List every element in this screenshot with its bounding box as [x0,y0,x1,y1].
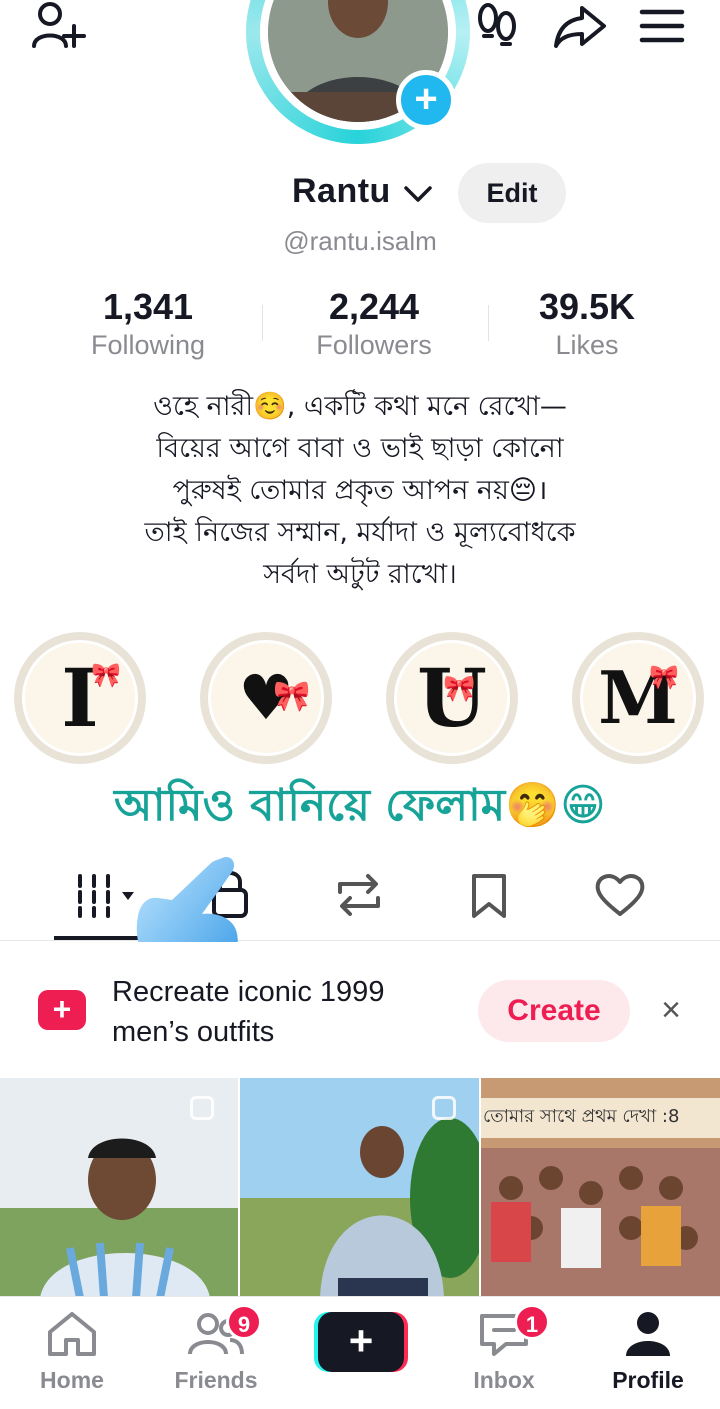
nav-label: Friends [174,1367,258,1393]
stat-label: Likes [555,330,619,360]
story-highlight-i[interactable]: I 🎀 [14,632,146,764]
bow-icon: 🎀 [443,673,476,703]
stat-value: 2,244 [328,286,420,327]
story-highlight-heart[interactable]: ♥ 🎀 [200,632,332,764]
bow-icon: 🎀 [91,662,121,689]
create-video-button[interactable]: + [314,1308,408,1372]
stat-following[interactable]: 1,341 Following [48,286,248,361]
friends-badge: 9 [226,1304,262,1340]
chevron-down-icon [403,174,433,213]
video-thumbnail[interactable] [0,1078,238,1298]
add-story-button[interactable]: + [396,70,456,130]
plus-square-icon: + [38,990,86,1030]
stat-followers[interactable]: 2,244 Followers [274,286,474,361]
profile-icon [626,1312,670,1356]
nav-home[interactable]: Home [12,1310,132,1394]
nav-label: Home [40,1367,104,1393]
bio-line: ওহে নারী☺️, একটি কথা মনে রেখো— [153,391,567,422]
bio-line: পুরুষই তোমার প্রকৃত আপন নয়😔। [172,475,548,506]
story-highlight-u[interactable]: U 🎀 [386,632,518,764]
plus-icon: + [318,1312,404,1372]
video-thumbnail[interactable] [240,1078,479,1298]
stat-divider [262,305,263,341]
video-thumbnail[interactable]: তোমার সাথে প্রথম দেখা :8 [481,1078,720,1298]
footprints-icon[interactable] [474,2,520,50]
promo-text: Recreate iconic 1999 men’s outfits [112,976,385,1048]
inbox-badge: 1 [514,1304,550,1340]
bow-icon: 🎀 [273,680,311,713]
hamburger-menu-icon[interactable] [638,6,686,46]
profile-name[interactable]: Rantu [292,172,433,213]
stat-label: Followers [316,330,432,360]
multi-photo-icon [190,1096,214,1120]
stat-value: 39.5K [538,286,636,327]
bio-line: সর্বদা অটুট রাখো। [263,559,457,590]
thumbnail-caption: তোমার সাথে প্রথম দেখা :8 [483,1106,680,1127]
stat-value: 1,341 [102,286,194,327]
bookmark-icon[interactable] [470,872,510,920]
bow-icon: 🎀 [649,664,679,691]
close-icon[interactable]: × [654,990,688,1030]
home-icon [48,1312,96,1356]
add-friend-icon[interactable] [30,0,86,52]
stat-label: Following [90,330,206,360]
nav-label: Profile [612,1367,684,1393]
story-highlight-m[interactable]: M 🎀 [572,632,704,764]
share-arrow-icon[interactable] [552,2,608,50]
repost-icon[interactable] [334,872,384,918]
multi-photo-icon [432,1096,456,1120]
nav-profile[interactable]: Profile [588,1310,708,1394]
username: @rantu.isalm [283,226,437,256]
edit-profile-button[interactable]: Edit [458,163,566,223]
profile-bio: ওহে নারী☺️, একটি কথা মনে রেখো— বিয়ের আগ… [60,386,660,596]
overlay-caption: আমিও বানিয়ে ফেলাম🤭😁 [114,780,606,831]
profile-name-text: Rantu [292,172,391,210]
liked-heart-icon[interactable] [594,872,646,918]
bio-line: বিয়ের আগে বাবা ও ভাই ছাড়া কোনো [156,433,564,464]
tabs-divider [0,940,720,941]
nav-label: Inbox [473,1367,535,1393]
create-button[interactable]: Create [478,980,630,1042]
stat-likes[interactable]: 39.5K Likes [487,286,687,361]
bio-line: তাই নিজের সম্মান, মর্যাদা ও মূল্যবোধকে [144,517,576,548]
